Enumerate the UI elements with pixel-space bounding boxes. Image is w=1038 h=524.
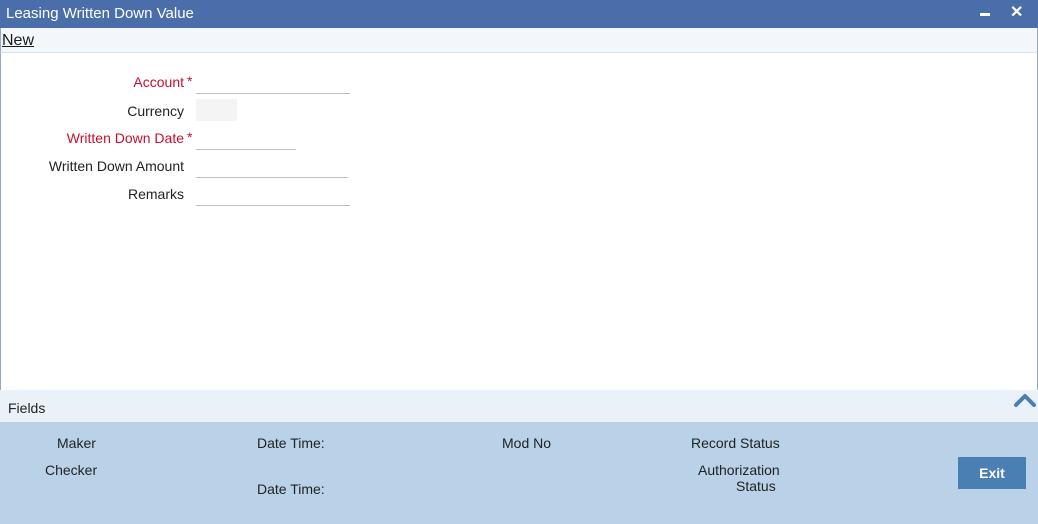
form-area: Account * Currency Written Down Date * W… xyxy=(0,53,1038,390)
remarks-input[interactable] xyxy=(196,184,350,206)
close-icon[interactable]: ✕ xyxy=(1010,2,1023,22)
written-down-amount-input[interactable] xyxy=(196,156,348,178)
authorization-label: Authorization xyxy=(698,462,780,478)
written-down-date-label: Written Down Date xyxy=(66,130,184,146)
title-bar: Leasing Written Down Value ✕ xyxy=(0,0,1038,28)
new-link[interactable]: New xyxy=(2,32,34,50)
account-input[interactable] xyxy=(196,72,350,94)
checker-label: Checker xyxy=(45,462,98,478)
mod-no-label: Mod No xyxy=(502,435,552,451)
maker-date-time-label: Date Time: xyxy=(257,435,325,451)
fields-label: Fields xyxy=(8,400,46,416)
authorization-status-label: Status xyxy=(736,478,776,494)
toolbar: New xyxy=(0,28,1038,53)
account-required-marker: * xyxy=(187,73,193,89)
remarks-label: Remarks xyxy=(127,186,184,202)
chevron-up-icon[interactable] xyxy=(1013,388,1037,412)
checker-date-time-label: Date Time: xyxy=(257,481,325,497)
record-status-label: Record Status xyxy=(691,435,780,451)
audit-panel: Maker Checker Date Time: Date Time: Mod … xyxy=(0,422,1038,524)
minimize-icon[interactable] xyxy=(978,2,992,20)
currency-label: Currency xyxy=(127,103,184,119)
currency-input[interactable] xyxy=(196,99,237,121)
exit-button[interactable]: Exit xyxy=(958,457,1026,489)
window-title: Leasing Written Down Value xyxy=(6,5,194,22)
account-label: Account xyxy=(133,74,184,90)
written-down-amount-label: Written Down Amount xyxy=(48,158,184,174)
fields-section-bar: Fields xyxy=(0,390,1038,422)
maker-label: Maker xyxy=(57,435,96,451)
written-down-date-input[interactable] xyxy=(196,128,296,150)
written-down-date-required-marker: * xyxy=(187,129,193,145)
